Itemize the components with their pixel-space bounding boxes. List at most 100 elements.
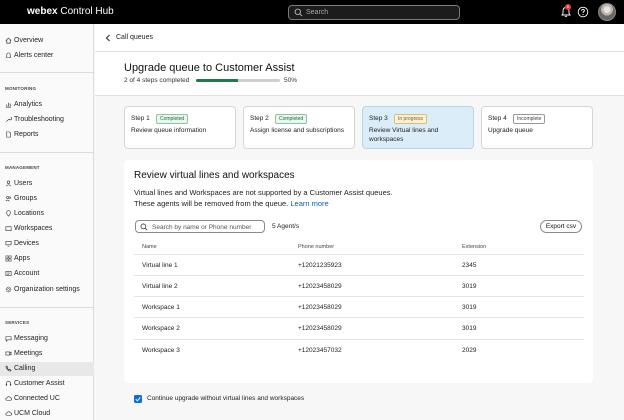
status-badge: Completed [156, 114, 189, 124]
sidebar-item-account[interactable]: Account [0, 267, 94, 281]
sidebar-item-label: Devices [14, 240, 39, 247]
cell-extension: 3019 [462, 304, 477, 311]
cell-phone: +12023458029 [298, 304, 342, 311]
sidebar-item-label: Locations [14, 210, 44, 217]
sidebar-item-label: UCM Cloud [14, 410, 51, 417]
agent-count: 5 Agent/s [272, 223, 300, 230]
sidebar-item-apps[interactable]: Apps [0, 252, 94, 266]
message-icon [5, 336, 12, 342]
cell-extension: 3019 [462, 283, 477, 290]
review-title: Review virtual lines and workspaces [134, 170, 295, 181]
meetings-icon [5, 351, 12, 356]
sidebar-item-label: Users [14, 180, 33, 187]
sidebar-item-locations[interactable]: Locations [0, 207, 94, 221]
sidebar-divider [0, 72, 94, 73]
app-logo[interactable]: webex Control Hub [27, 6, 114, 17]
sidebar-item-customer-assist[interactable]: Customer Assist [0, 377, 94, 391]
top-bar: webex Control Hub Search 6 [0, 0, 624, 24]
table-row[interactable]: Workspace 2 +12023458029 3019 [134, 317, 584, 338]
sidebar-item-groups[interactable]: Groups [0, 192, 94, 206]
sidebar-item-label: Connected UC [14, 395, 60, 402]
status-badge: In progress [394, 114, 428, 124]
sidebar-item-label: Customer Assist [14, 380, 65, 387]
export-csv-button[interactable]: Export csv [540, 220, 582, 233]
sidebar-item-label: Meetings [14, 350, 43, 357]
search-icon [294, 8, 303, 17]
notification-badge: 6 [565, 4, 571, 10]
breadcrumb[interactable]: Call queues [116, 34, 153, 41]
sidebar-item-calling[interactable]: Calling [0, 362, 94, 376]
wrench-icon [6, 116, 12, 122]
sidebar-item-label: Apps [14, 255, 30, 262]
sidebar-item-connected-uc[interactable]: Connected UC [0, 392, 94, 406]
sidebar-item-alerts-center[interactable]: Alerts center [0, 49, 94, 63]
column-header-name[interactable]: Name [142, 244, 157, 250]
sidebar-item-meetings[interactable]: Meetings [0, 347, 94, 361]
bell-icon [5, 52, 12, 58]
step-card-2[interactable]: Step 2 Completed Assign license and subs… [243, 106, 355, 149]
step-number: Step 3 [369, 115, 388, 122]
account-icon [5, 271, 12, 276]
continue-upgrade-label[interactable]: Continue upgrade without virtual lines a… [147, 395, 304, 402]
chevron-left-icon[interactable] [105, 34, 111, 42]
table-row[interactable]: Virtual line 1 +12021235923 2345 [134, 254, 584, 275]
cell-phone: +12023458029 [298, 325, 342, 332]
breadcrumb-bar [95, 24, 624, 52]
section-title-management: MANAGEMENT [5, 165, 40, 170]
progress-fill [196, 79, 238, 82]
progress-bar [196, 79, 280, 82]
step-description: Review Virtual lines and workspaces [369, 127, 439, 143]
sidebar-item-label: Organization settings [14, 286, 80, 293]
sidebar-item-workspaces[interactable]: Workspaces [0, 222, 94, 236]
sidebar-item-overview[interactable]: Overview [0, 34, 94, 48]
steps-completed-text: 2 of 4 steps completed [124, 77, 190, 84]
user-avatar[interactable] [598, 3, 616, 21]
cell-name: Workspace 2 [142, 325, 180, 332]
sidebar-item-organization-settings[interactable]: Organization settings [0, 283, 94, 297]
sidebar-item-messaging[interactable]: Messaging [0, 332, 94, 346]
step-number: Step 1 [131, 115, 150, 122]
step-number: Step 2 [250, 115, 269, 122]
table-row[interactable]: Workspace 3 +12023457032 2029 [134, 339, 584, 360]
step-card-3[interactable]: Step 3 In progress Review Virtual lines … [362, 106, 474, 149]
cell-phone: +12021235923 [298, 262, 342, 269]
sidebar-item-label: Analytics [14, 101, 43, 108]
workspace-icon [5, 226, 12, 231]
table-search-input[interactable]: Search by name or Phone number [135, 220, 265, 233]
progress-percent: 50% [284, 77, 298, 84]
search-placeholder: Search by name or Phone number [152, 223, 252, 231]
sidebar-item-label: Workspaces [14, 225, 53, 232]
location-icon [6, 210, 11, 217]
column-header-extension[interactable]: Extension [462, 244, 486, 250]
step-card-4[interactable]: Step 4 Incomplete Upgrade queue [481, 106, 593, 149]
step-card-1[interactable]: Step 1 Completed Review queue informatio… [124, 106, 236, 149]
cell-name: Virtual line 2 [142, 283, 178, 290]
cell-name: Workspace 3 [142, 347, 180, 354]
page-header [95, 52, 624, 96]
group-icon [5, 196, 11, 202]
cloud-icon [5, 411, 12, 416]
headset-icon [5, 381, 12, 386]
step-number: Step 4 [488, 115, 507, 122]
sidebar-item-users[interactable]: Users [0, 177, 94, 191]
search-icon [140, 223, 148, 231]
sidebar-item-analytics[interactable]: Analytics [0, 98, 94, 112]
chart-icon [5, 102, 12, 108]
sidebar-item-ucm-cloud[interactable]: UCM Cloud [0, 407, 94, 420]
learn-more-link[interactable]: Learn more [290, 199, 328, 208]
device-icon [5, 241, 12, 247]
sidebar-item-label: Reports [14, 131, 39, 138]
sidebar-item-label: Overview [14, 37, 44, 44]
table-row[interactable]: Virtual line 2 +12023458029 3019 [134, 275, 584, 296]
sidebar-item-reports[interactable]: Reports [0, 128, 94, 142]
table-row[interactable]: Workspace 1 +12023458029 3019 [134, 296, 584, 317]
sidebar-item-label: Groups [14, 195, 37, 202]
continue-upgrade-checkbox[interactable] [134, 395, 142, 403]
sidebar-item-devices[interactable]: Devices [0, 237, 94, 251]
help-icon[interactable] [577, 6, 589, 18]
sidebar-item-label: Messaging [14, 335, 48, 342]
sidebar-item-troubleshooting[interactable]: Troubleshooting [0, 113, 94, 127]
cell-name: Workspace 1 [142, 304, 180, 311]
global-search-input[interactable]: Search [288, 5, 460, 20]
column-header-phone[interactable]: Phone number [298, 244, 334, 250]
